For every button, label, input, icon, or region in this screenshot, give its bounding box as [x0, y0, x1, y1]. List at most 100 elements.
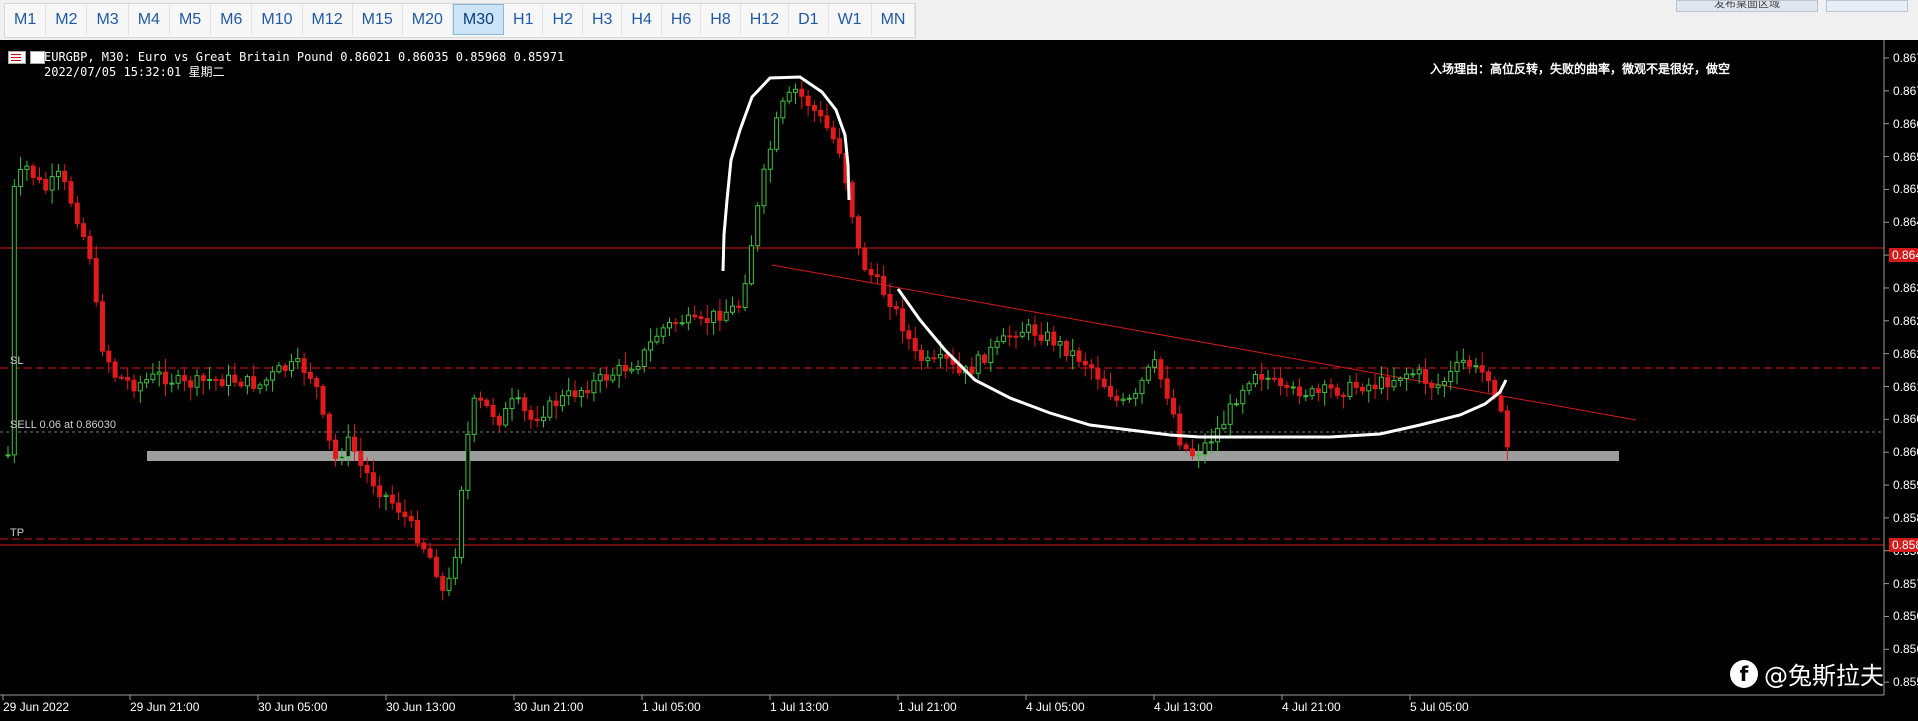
candle-body: [263, 379, 269, 386]
support-zone[interactable]: [147, 451, 1619, 461]
candle-body: [711, 310, 717, 324]
sell-order-label[interactable]: SELL 0.06 at 0.86030: [10, 419, 116, 431]
candle-body: [912, 338, 918, 352]
candle-body: [452, 557, 458, 579]
candle-body: [906, 330, 912, 340]
trendline[interactable]: [771, 264, 1637, 421]
candlestick-chart-canvas[interactable]: [0, 0, 1918, 721]
candle-body: [704, 318, 710, 324]
candle-body: [830, 127, 836, 140]
price-tick-label: 0.86205: [1893, 346, 1918, 361]
candle-body: [1309, 388, 1315, 397]
candle-body: [144, 379, 150, 384]
candle-body: [106, 350, 112, 363]
candle-body: [1000, 335, 1006, 343]
candle-body: [465, 433, 471, 491]
candle-body: [1290, 386, 1296, 389]
candle-body: [471, 397, 477, 435]
candle-body: [1070, 350, 1076, 357]
candle-body: [937, 354, 943, 359]
candle-body: [1454, 361, 1460, 372]
candle-body: [219, 379, 225, 387]
candle-body: [43, 178, 49, 191]
candle-body: [868, 269, 874, 276]
candle-body: [358, 450, 364, 466]
candle-body: [1378, 376, 1384, 390]
candle-body: [156, 371, 162, 375]
candle-body: [100, 301, 105, 352]
candle-body: [893, 306, 899, 310]
candle-body: [490, 404, 496, 417]
candle-body: [515, 397, 521, 400]
candle-body: [559, 395, 565, 407]
candle-body: [572, 390, 578, 398]
candle-body: [433, 556, 439, 577]
candle-body: [1303, 395, 1309, 398]
candle-body: [1196, 454, 1202, 457]
price-tick-label: 0.86465: [1893, 215, 1918, 230]
candle-body: [736, 305, 742, 308]
candle-body: [484, 399, 490, 406]
candle-body: [37, 176, 42, 180]
candle-body: [1366, 384, 1372, 392]
candle-body: [1057, 341, 1063, 346]
candle-body: [345, 436, 351, 457]
time-tick-label: 4 Jul 21:00: [1282, 700, 1341, 714]
candle-body: [207, 378, 213, 382]
price-tick-label: 0.85880: [1893, 510, 1918, 525]
candle-body: [1120, 398, 1126, 401]
candle-body: [578, 390, 584, 398]
price-tick-label: 0.86660: [1893, 116, 1918, 131]
hand-drawn-top-curve[interactable]: [721, 75, 851, 272]
watermark-text: @兔斯拉夫: [1764, 662, 1884, 690]
candle-body: [900, 308, 906, 332]
candle-body: [282, 365, 288, 371]
candle-body: [446, 577, 452, 591]
symbol-menu-icon[interactable]: [8, 51, 26, 64]
candle-body: [1158, 359, 1164, 380]
candle-body: [856, 216, 861, 249]
candle-body: [188, 380, 194, 388]
candle-body: [1416, 369, 1422, 375]
candle-body: [780, 100, 786, 119]
candle-body: [824, 115, 830, 129]
candle-body: [276, 365, 282, 373]
candle-body: [837, 138, 843, 154]
candle-body: [364, 464, 370, 474]
candle-body: [1171, 397, 1176, 415]
trade-reason-note: 入场理由：高位反转，失败的曲率，微观不是很好，做空: [1430, 62, 1731, 76]
candle-body: [887, 293, 893, 308]
candle-body: [1045, 331, 1050, 341]
candle-body: [1278, 378, 1284, 386]
candle-body: [396, 502, 402, 513]
time-tick-label: 30 Jun 13:00: [386, 700, 456, 714]
candle-body: [1315, 388, 1321, 393]
trading-icon[interactable]: [30, 51, 45, 64]
candle-body: [112, 361, 118, 378]
candle-body: [1246, 383, 1252, 391]
candle-body: [55, 170, 61, 178]
candle-body: [1435, 384, 1441, 389]
candle-body: [1467, 359, 1473, 367]
candle-body: [1133, 393, 1139, 399]
candle-body: [585, 390, 591, 394]
candle-body: [1473, 365, 1479, 368]
candle-body: [1284, 384, 1290, 388]
candle-body: [1063, 341, 1069, 357]
time-tick-label: 29 Jun 21:00: [130, 700, 200, 714]
candle-body: [326, 413, 332, 441]
price-tick-label: 0.86010: [1893, 445, 1918, 460]
candle-body: [1145, 366, 1151, 381]
price-tick-label: 0.86595: [1893, 149, 1918, 164]
tp-label: TP: [10, 527, 25, 539]
candle-body: [698, 316, 704, 320]
price-tick-label: 0.85750: [1893, 576, 1918, 591]
hand-drawn-rounding-curve[interactable]: [896, 288, 1508, 439]
candle-body: [1101, 378, 1107, 388]
candle-body: [496, 415, 502, 426]
candle-body: [301, 358, 307, 373]
candle-body: [125, 377, 131, 381]
candle-body: [1164, 378, 1170, 399]
candle-body: [30, 165, 36, 178]
facebook-icon: f: [1730, 659, 1758, 688]
